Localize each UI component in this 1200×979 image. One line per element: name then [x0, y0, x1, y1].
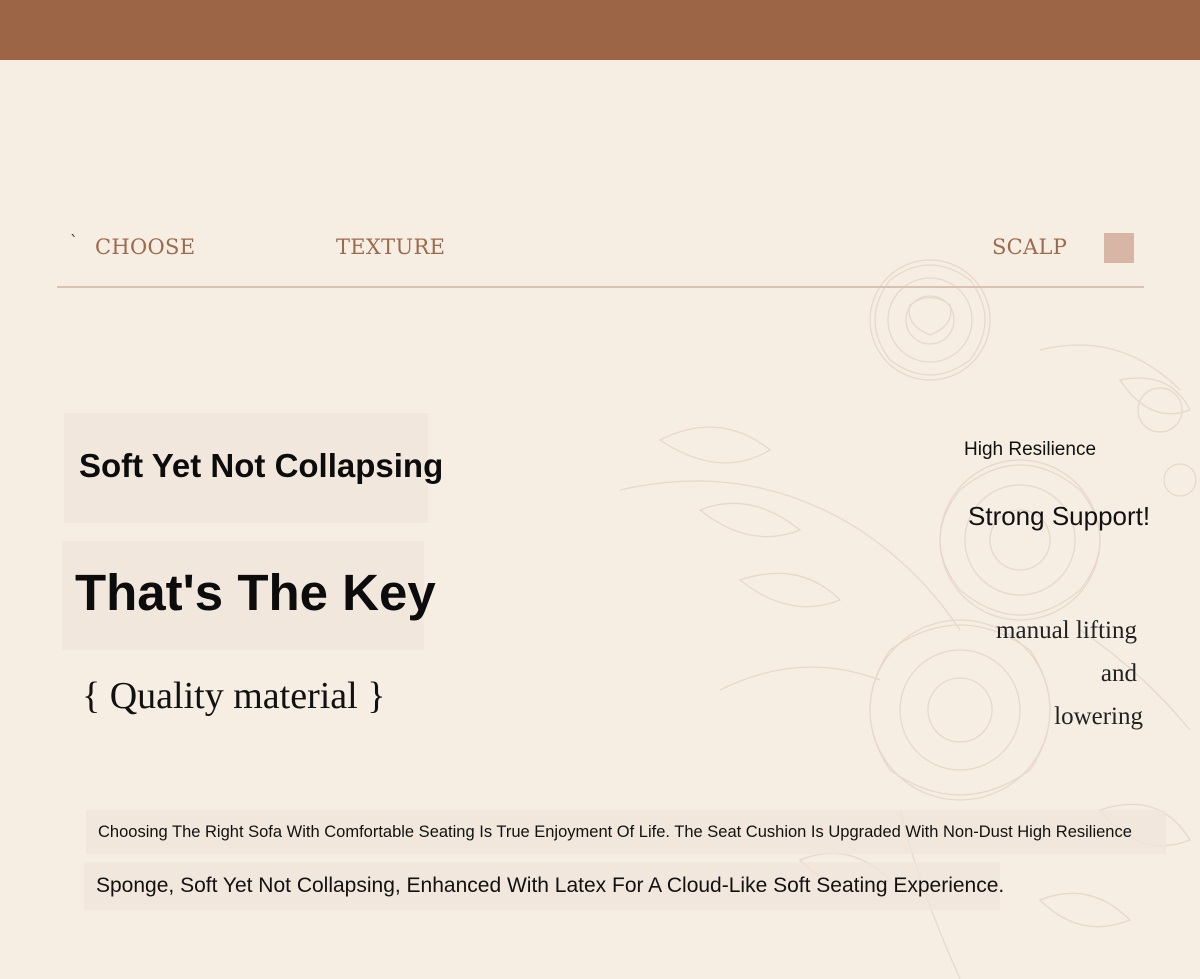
nav-item-scalp[interactable]: SCALP: [992, 234, 1067, 260]
nav-item-choose[interactable]: CHOOSE: [95, 234, 195, 260]
headline-thats-the-key: That's The Key: [75, 564, 436, 621]
rose-top: [869, 259, 991, 381]
description-line-1: Choosing The Right Sofa With Comfortable…: [98, 823, 1132, 841]
feature-manual-line-1: manual lifting: [996, 617, 1137, 644]
feature-manual-line-2: and: [1100, 660, 1137, 687]
nav-divider: [57, 286, 1144, 288]
tagline-quality-material: { Quality material }: [82, 675, 386, 717]
feature-manual-line-3: lowering: [1054, 703, 1143, 730]
rose-middle: [939, 459, 1101, 621]
nav-accent-square[interactable]: [1104, 233, 1134, 263]
feature-strong-support: Strong Support!: [968, 501, 1151, 531]
headline-soft-yet-not-collapsing: Soft Yet Not Collapsing: [79, 447, 444, 484]
description-line-2: Sponge, Soft Yet Not Collapsing, Enhance…: [96, 874, 1005, 897]
nav-tick-mark: `: [70, 232, 78, 251]
feature-high-resilience: High Resilience: [964, 439, 1097, 460]
top-banner-bar: [0, 0, 1200, 60]
rose-bottom: [869, 619, 1051, 801]
nav-item-texture[interactable]: TEXTURE: [336, 234, 445, 260]
